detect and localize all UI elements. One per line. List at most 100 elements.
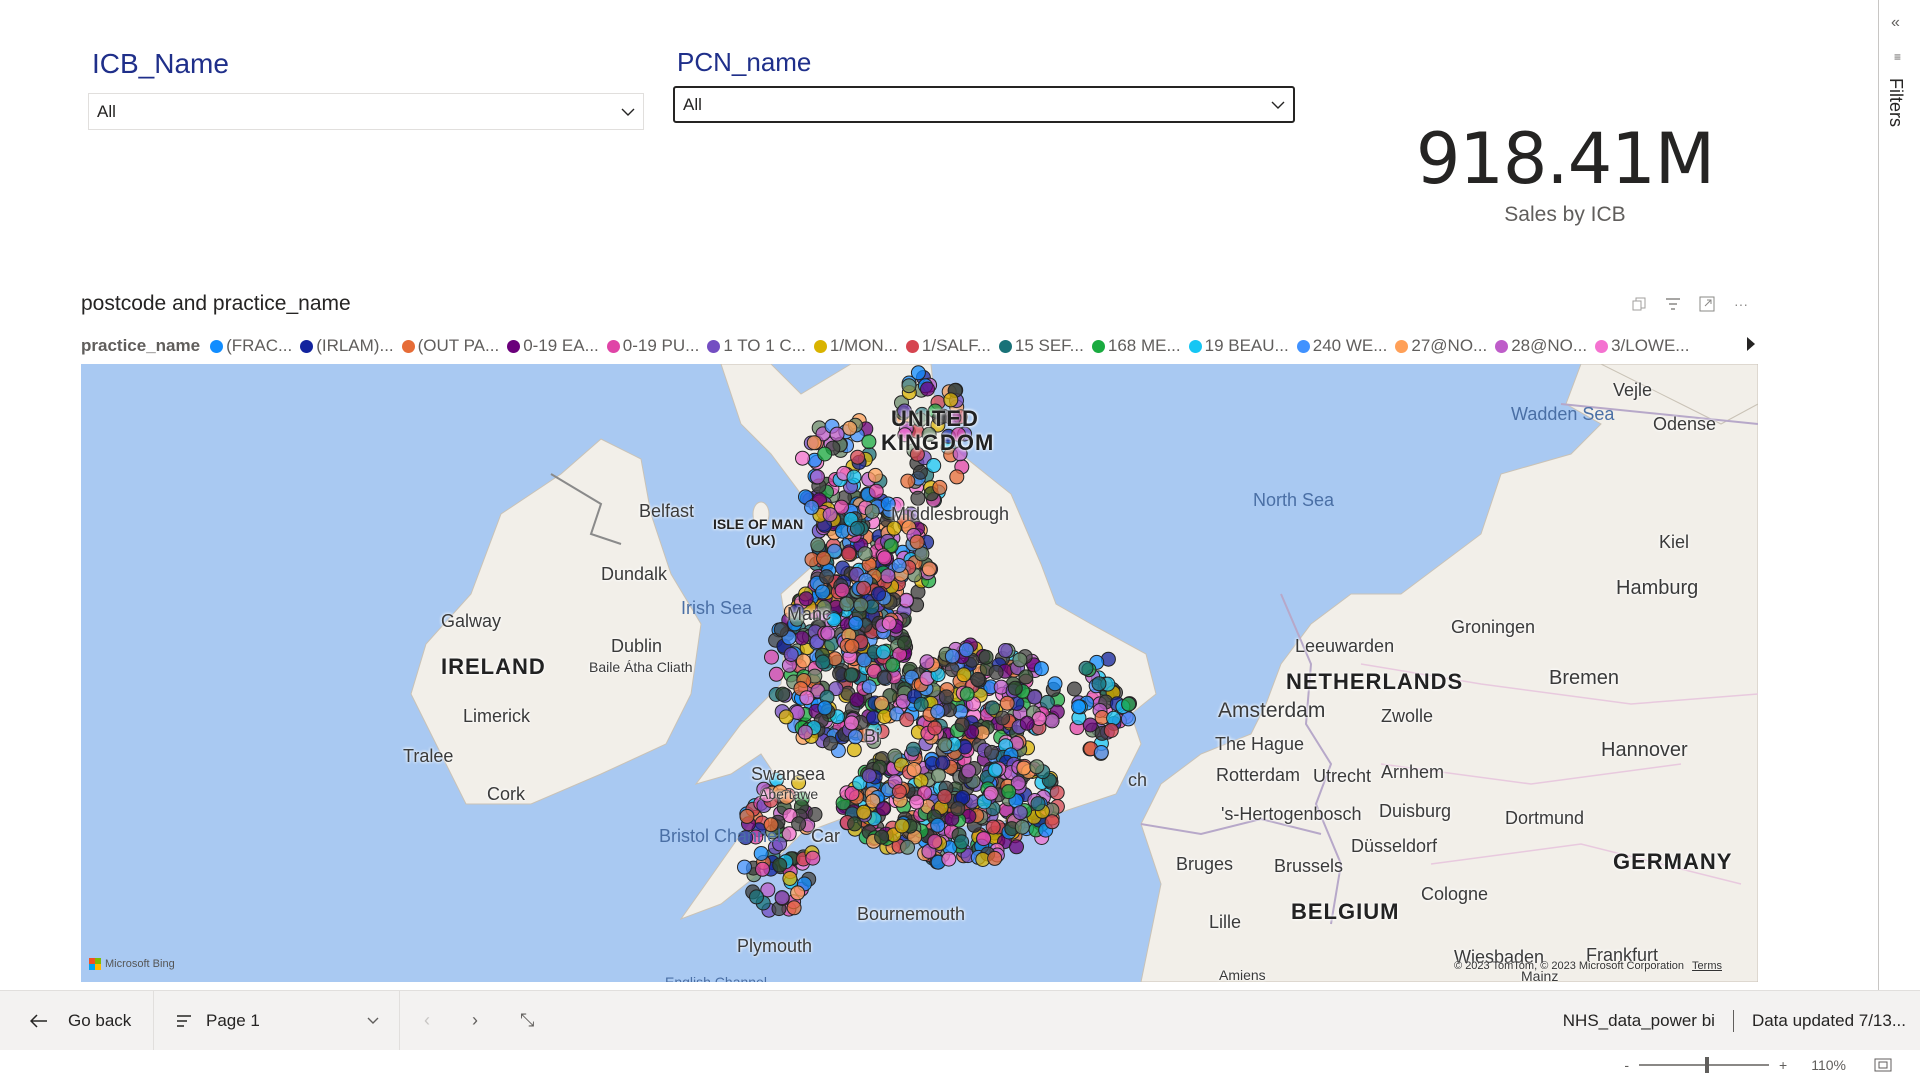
practice-marker[interactable] [871, 586, 886, 602]
practice-marker[interactable] [1033, 661, 1049, 677]
practice-marker[interactable] [841, 546, 857, 562]
practice-marker[interactable] [876, 670, 892, 686]
practice-marker[interactable] [775, 686, 791, 702]
practice-marker[interactable] [861, 434, 877, 450]
practice-marker[interactable] [906, 762, 922, 777]
practice-marker[interactable] [1093, 745, 1109, 760]
practice-marker[interactable] [815, 584, 831, 600]
more-options-icon[interactable]: ··· [1732, 295, 1750, 313]
go-back-button[interactable]: Go back [0, 991, 154, 1050]
practice-marker[interactable] [797, 724, 813, 740]
next-page-icon[interactable]: › [472, 1010, 478, 1031]
legend-item[interactable]: 0-19 EA... [507, 336, 599, 356]
practice-marker[interactable] [794, 630, 810, 646]
practice-marker[interactable] [810, 537, 826, 553]
legend-item[interactable]: 19 BEAU... [1188, 336, 1289, 356]
practice-marker[interactable] [901, 378, 917, 394]
practice-marker[interactable] [1018, 669, 1034, 685]
fit-to-page-icon[interactable] [1874, 1058, 1892, 1072]
practice-marker[interactable] [820, 625, 836, 641]
practice-marker[interactable] [912, 464, 928, 480]
practice-marker[interactable] [1078, 660, 1094, 676]
practice-marker[interactable] [782, 871, 798, 886]
exit-fullscreen-icon[interactable]: ⤡ [520, 1010, 534, 1031]
practice-marker[interactable] [842, 420, 858, 436]
practice-marker[interactable] [910, 365, 926, 381]
practice-marker[interactable] [891, 558, 907, 573]
practice-marker[interactable] [927, 833, 943, 849]
practice-marker[interactable] [737, 859, 752, 875]
practice-marker[interactable] [1012, 805, 1028, 821]
practice-marker[interactable] [1044, 713, 1060, 729]
practice-marker[interactable] [976, 831, 992, 847]
practice-marker[interactable] [1091, 676, 1107, 692]
practice-marker[interactable] [938, 689, 954, 705]
practice-marker[interactable] [844, 638, 860, 654]
practice-marker[interactable] [764, 649, 779, 665]
legend-item[interactable]: 0-19 PU... [606, 336, 699, 356]
practice-marker[interactable] [988, 664, 1004, 680]
practice-marker[interactable] [900, 839, 915, 855]
practice-marker[interactable] [848, 615, 864, 631]
practice-marker[interactable] [899, 712, 915, 728]
legend-item[interactable]: 1/MON... [813, 336, 898, 356]
practice-marker[interactable] [937, 737, 953, 753]
practice-marker[interactable] [864, 504, 880, 519]
zoom-slider-thumb[interactable] [1705, 1057, 1710, 1073]
practice-marker[interactable] [846, 742, 862, 758]
practice-marker[interactable] [1014, 819, 1030, 835]
practice-marker[interactable] [739, 808, 755, 824]
practice-marker[interactable] [806, 435, 822, 451]
practice-marker[interactable] [881, 615, 897, 631]
practice-marker[interactable] [1121, 696, 1137, 712]
zoom-out-button[interactable]: - [1624, 1057, 1629, 1073]
practice-marker[interactable] [1001, 784, 1017, 800]
practice-marker[interactable] [941, 851, 957, 867]
legend-item[interactable]: 3/LOWE... [1595, 336, 1689, 356]
practice-marker[interactable] [949, 469, 965, 485]
practice-marker[interactable] [861, 768, 877, 784]
practice-marker[interactable] [891, 784, 907, 799]
practice-marker[interactable] [927, 720, 943, 736]
legend-item[interactable]: (OUT PA... [401, 336, 499, 356]
practice-marker[interactable] [874, 695, 889, 711]
previous-page-icon[interactable]: ‹ [424, 1010, 430, 1031]
practice-marker[interactable] [970, 671, 986, 687]
practice-marker[interactable] [847, 816, 863, 832]
practice-marker[interactable] [847, 729, 863, 745]
practice-marker[interactable] [819, 569, 835, 585]
practice-marker[interactable] [807, 807, 823, 822]
practice-marker[interactable] [919, 654, 935, 670]
practice-marker[interactable] [983, 785, 999, 801]
practice-marker[interactable] [868, 483, 884, 499]
practice-marker[interactable] [1007, 680, 1023, 696]
practice-marker[interactable] [1049, 785, 1065, 801]
zoom-slider[interactable] [1639, 1057, 1770, 1073]
practice-marker[interactable] [856, 580, 872, 596]
practice-marker[interactable] [829, 426, 845, 442]
practice-marker[interactable] [795, 653, 811, 669]
practice-marker[interactable] [749, 889, 764, 905]
focus-mode-icon[interactable] [1698, 295, 1716, 313]
practice-marker[interactable] [875, 644, 891, 660]
legend-item[interactable]: 240 WE... [1296, 336, 1387, 356]
zoom-in-button[interactable]: + [1779, 1057, 1787, 1073]
practice-marker[interactable] [1103, 723, 1119, 738]
practice-marker[interactable] [954, 717, 970, 733]
practice-marker[interactable] [804, 499, 820, 515]
practice-marker[interactable] [772, 857, 788, 873]
practice-marker[interactable] [817, 446, 833, 462]
practice-marker[interactable] [937, 789, 953, 804]
practice-marker[interactable] [774, 890, 790, 906]
practice-marker[interactable] [909, 534, 925, 550]
practice-marker[interactable] [1029, 759, 1045, 775]
practice-marker[interactable] [1047, 676, 1063, 692]
practice-marker[interactable] [943, 392, 959, 408]
practice-marker[interactable] [905, 741, 921, 757]
practice-marker[interactable] [985, 819, 1001, 835]
practice-marker[interactable] [843, 667, 859, 683]
practice-marker[interactable] [791, 816, 807, 832]
practice-marker[interactable] [849, 520, 865, 536]
practice-marker[interactable] [817, 700, 833, 716]
map-visual[interactable]: UNITED KINGDOM IRELAND NETHERLANDS BELGI… [81, 364, 1758, 982]
